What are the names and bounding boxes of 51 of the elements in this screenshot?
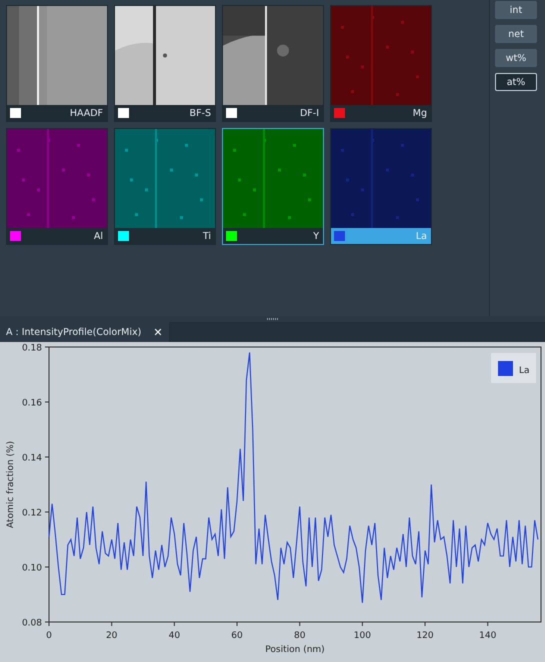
image-tile[interactable]: HAADF — [6, 5, 108, 122]
tile-label: Al — [94, 230, 103, 242]
y-tick — [44, 346, 50, 348]
y-tick-label: 0.12 — [22, 508, 42, 518]
y-tick-label: 0.08 — [22, 618, 42, 628]
tile-label: Y — [313, 230, 319, 242]
legend-label: La — [519, 366, 530, 376]
x-tick-label: 0 — [46, 631, 52, 641]
tile-label: Mg — [412, 108, 427, 118]
x-tick — [111, 622, 112, 626]
y-axis-title: Atomic fraction (%) — [6, 440, 16, 528]
mode-button[interactable]: net — [495, 25, 537, 43]
x-tick — [362, 622, 363, 626]
tile-label: BF-S — [190, 108, 211, 118]
x-tick — [48, 622, 50, 626]
x-axis-title: Position (nm) — [265, 645, 325, 655]
tile-label: Ti — [202, 230, 211, 242]
image-tile[interactable]: Mg — [330, 5, 432, 122]
image-tile[interactable]: Ti — [114, 128, 216, 245]
splitter-handle-icon[interactable] — [266, 318, 278, 320]
mode-button[interactable]: int — [495, 1, 537, 19]
tile-label: HAADF — [70, 108, 103, 118]
tile-label: DF-I — [300, 108, 319, 118]
y-tick-label: 0.18 — [22, 344, 42, 354]
y-tick-label: 0.16 — [22, 398, 42, 408]
y-tick — [44, 566, 50, 568]
x-tick-label: 140 — [479, 631, 496, 641]
x-tick-label: 60 — [231, 631, 243, 641]
x-tick-label: 20 — [106, 631, 118, 641]
x-tick — [487, 622, 488, 626]
mode-button[interactable]: at% — [495, 73, 537, 91]
image-tile[interactable]: DF-I — [222, 5, 324, 122]
x-tick-label: 40 — [168, 631, 180, 641]
x-tick-label: 120 — [416, 631, 434, 641]
image-tile[interactable]: BF-S — [114, 5, 216, 122]
image-tile[interactable]: Y — [222, 128, 324, 245]
x-tick-label: 80 — [294, 631, 306, 641]
y-tick-label: 0.10 — [22, 564, 42, 574]
x-tick — [299, 622, 300, 626]
x-tick — [236, 622, 238, 626]
x-tick — [174, 622, 175, 626]
image-tile[interactable]: Al — [6, 128, 108, 245]
tab-title: A : IntensityProfile(ColorMix) — [6, 326, 142, 338]
x-tick — [424, 622, 426, 626]
y-tick — [44, 456, 50, 458]
close-button[interactable]: ✕ — [151, 326, 165, 338]
x-tick-label: 100 — [354, 631, 371, 641]
tile-label: La — [416, 230, 427, 242]
tab[interactable]: A : IntensityProfile(ColorMix) ✕ — [0, 322, 169, 342]
y-tick-label: 0.14 — [22, 454, 42, 464]
mode-button[interactable]: wt% — [495, 49, 537, 67]
